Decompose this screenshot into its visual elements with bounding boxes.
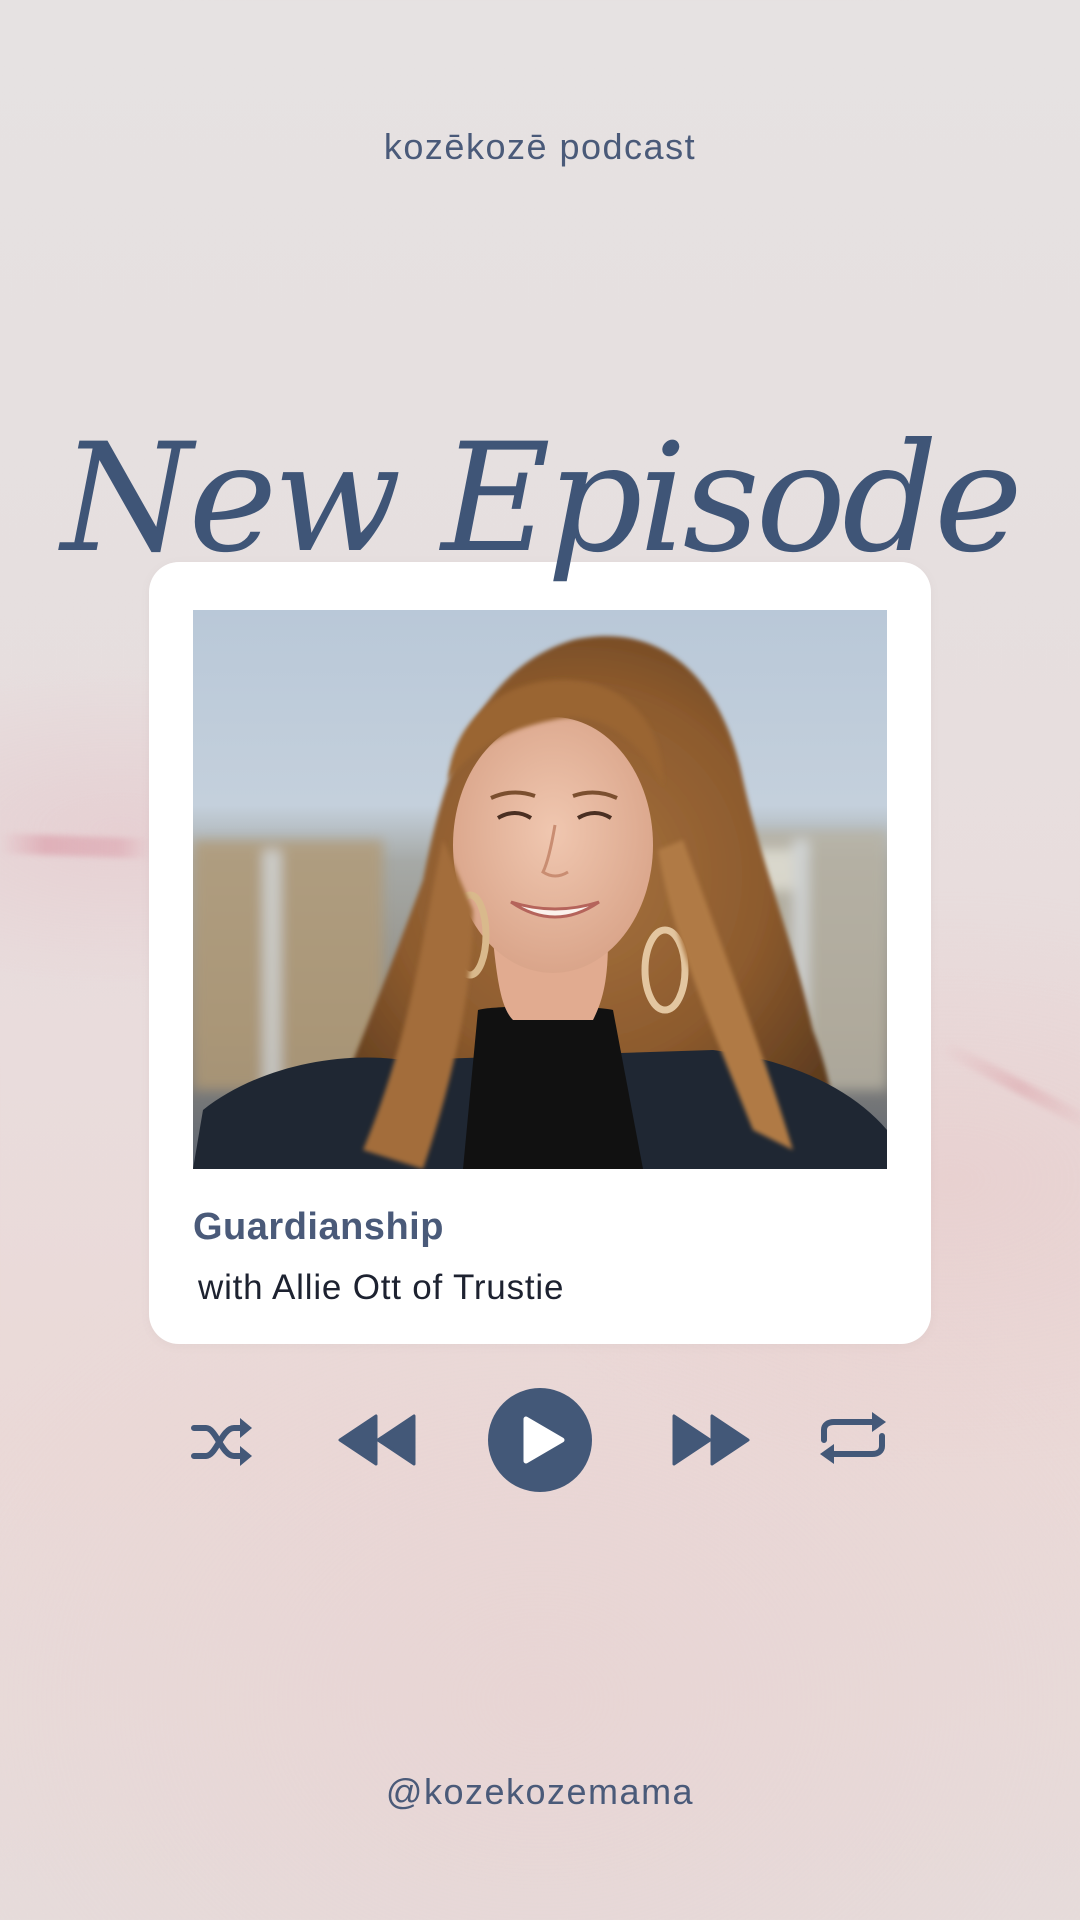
rewind-icon (338, 1414, 416, 1466)
new-episode-headline: New Episode (58, 400, 1023, 620)
player-controls (0, 1388, 1080, 1492)
episode-subtitle: with Allie Ott of Trustie (198, 1268, 565, 1307)
repeat-button[interactable] (816, 1410, 890, 1466)
social-handle: @kozekozemama (385, 1771, 695, 1812)
previous-button[interactable] (338, 1414, 418, 1466)
episode-title: Guardianship (193, 1206, 444, 1248)
guest-portrait-image (193, 610, 887, 1169)
repeat-icon (820, 1412, 886, 1464)
play-button[interactable] (488, 1388, 592, 1492)
podcast-brand-title: kozēkozē podcast (383, 126, 697, 167)
guest-photo (193, 610, 887, 1169)
new-episode-script: New Episode (58, 412, 1023, 586)
shuffle-button[interactable] (190, 1414, 254, 1470)
shuffle-icon (191, 1418, 252, 1466)
play-icon (523, 1416, 565, 1464)
fast-forward-icon (672, 1414, 750, 1466)
pink-brush-stroke-left (0, 833, 151, 859)
next-button[interactable] (672, 1414, 752, 1466)
new-episode-text: New Episode (58, 412, 1019, 586)
pink-brush-stroke-right (937, 1038, 1080, 1136)
